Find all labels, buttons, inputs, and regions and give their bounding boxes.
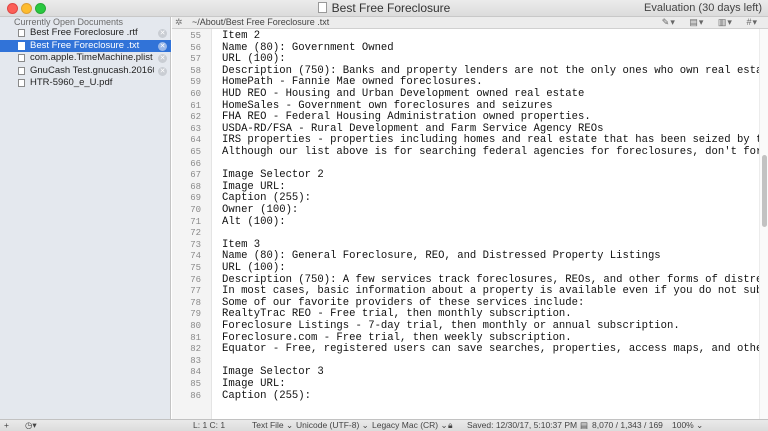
line-number: 80 — [190, 321, 201, 331]
document-item[interactable]: GnuCash Test.gnucash.2016031... ✕ — [0, 65, 171, 78]
document-name: HTR-5960_e_U.pdf — [30, 77, 113, 88]
code-line[interactable]: Item 2 — [222, 30, 260, 43]
vertical-scrollbar[interactable] — [759, 29, 768, 419]
line-number: 68 — [190, 181, 201, 192]
open-documents-sidebar: Currently Open Documents Best Free Forec… — [0, 17, 171, 419]
line-endings-label: Legacy Mac (CR) — [372, 420, 439, 430]
line-number: 78 — [190, 297, 201, 308]
code-line[interactable]: Foreclosure Listings - 7-day trial, then… — [222, 320, 680, 333]
close-document-icon[interactable]: ✕ — [158, 41, 167, 51]
code-line[interactable]: Equator - Free, registered users can sav… — [222, 344, 768, 356]
line-endings-menu[interactable]: Legacy Mac (CR) ⌄ — [372, 420, 448, 431]
stats-icon: ▤ — [580, 420, 589, 430]
close-document-icon[interactable]: ✕ — [158, 54, 167, 63]
editor-tools: ✎▾ ▤▾ ▥▾ #▾ — [652, 17, 758, 28]
document-name: com.apple.TimeMachine.plist — [30, 52, 153, 63]
line-number: 75 — [190, 263, 201, 273]
line-number: 73 — [190, 239, 201, 250]
line-number: 66 — [190, 158, 201, 169]
line-number: 55 — [190, 31, 201, 41]
code-line[interactable]: Caption (255): — [222, 390, 311, 403]
line-number: 72 — [190, 228, 201, 239]
text-menu-icon[interactable]: ▤▾ — [689, 17, 704, 27]
document-name: Best Free Foreclosure .txt — [30, 39, 140, 51]
file-type-menu[interactable]: Text File ⌄ — [252, 420, 293, 431]
document-item[interactable]: Best Free Foreclosure .rtf ✕ — [0, 27, 171, 40]
line-number: 85 — [190, 379, 201, 389]
code-line[interactable]: Name (80): General Foreclosure, REO, and… — [222, 251, 661, 263]
encoding-menu[interactable]: Unicode (UTF-8) ⌄ — [296, 420, 369, 431]
line-number: 74 — [190, 251, 201, 262]
encoding-label: Unicode (UTF-8) — [296, 420, 360, 430]
line-number: 60 — [190, 89, 201, 99]
lock-icon[interactable]: 🔒︎ — [448, 420, 453, 431]
line-number: 59 — [190, 77, 201, 88]
code-line[interactable]: HUD REO - Housing and Urban Development … — [222, 88, 584, 101]
line-number: 58 — [190, 65, 201, 76]
line-number: 69 — [190, 193, 201, 204]
code-line[interactable]: Alt (100): — [222, 216, 286, 229]
marker-menu-icon[interactable]: #▾ — [746, 17, 758, 27]
function-menu-icon[interactable]: ▥▾ — [718, 17, 733, 27]
file-icon — [18, 66, 25, 75]
pen-menu-icon[interactable]: ✎▾ — [662, 17, 676, 27]
file-path[interactable]: ~/About/Best Free Foreclosure .txt — [192, 17, 329, 28]
line-number: 71 — [190, 216, 201, 227]
close-document-icon[interactable]: ✕ — [158, 66, 167, 76]
line-number: 70 — [190, 205, 201, 215]
file-icon — [18, 54, 25, 62]
close-document-icon[interactable]: ✕ — [158, 29, 167, 38]
document-name: Best Free Foreclosure .rtf — [30, 27, 138, 38]
line-number: 67 — [190, 170, 201, 181]
saved-timestamp: Saved: 12/30/17, 5:10:37 PM — [467, 420, 578, 430]
line-number: 84 — [190, 367, 201, 378]
zoom-label: 100% — [672, 420, 694, 430]
line-number: 65 — [190, 147, 201, 157]
code-line[interactable]: Image URL: — [222, 378, 286, 391]
zoom-menu[interactable]: 100% ⌄ — [672, 420, 703, 431]
code-line[interactable]: Owner (100): — [222, 204, 298, 217]
line-number: 62 — [190, 112, 201, 123]
cursor-position: L: 1 C: 1 — [193, 420, 226, 430]
add-icon[interactable]: + — [4, 420, 9, 431]
line-number: 57 — [190, 54, 201, 65]
line-number: 82 — [190, 344, 201, 355]
status-bar: + ◷▾ L: 1 C: 1 Text File ⌄ Unicode (UTF-… — [0, 419, 768, 431]
document-name: GnuCash Test.gnucash.2016031... — [30, 64, 154, 76]
document-item[interactable]: HTR-5960_e_U.pdf — [0, 77, 171, 90]
document-list: Best Free Foreclosure .rtf ✕ Best Free F… — [0, 27, 171, 90]
document-icon — [317, 2, 327, 13]
code-line[interactable]: Although our list above is for searching… — [222, 146, 768, 159]
text-editor[interactable]: 55 Item 2 56 Name (80): Government Owned 57 U… — [172, 29, 768, 419]
line-number: 61 — [190, 100, 201, 111]
line-number: 86 — [190, 390, 201, 401]
document-counts: 8,070 / 1,343 / 169 — [592, 420, 663, 430]
code-line[interactable]: URL (100): — [222, 262, 286, 275]
file-type-label: Text File — [252, 420, 284, 430]
line-number: 63 — [190, 123, 201, 134]
document-item-selected[interactable]: Best Free Foreclosure .txt ✕ — [0, 39, 171, 52]
clock-menu-icon[interactable]: ◷▾ — [25, 420, 37, 431]
scrollbar-thumb[interactable] — [762, 155, 767, 227]
line-number: 83 — [190, 355, 201, 366]
line-number: 79 — [190, 309, 201, 320]
line-number: 77 — [190, 286, 201, 297]
evaluation-notice: Evaluation (30 days left) — [643, 2, 762, 14]
line-number: 81 — [190, 332, 201, 343]
pdf-file-icon — [18, 79, 25, 87]
line-number: 64 — [190, 135, 201, 146]
line-number: 56 — [190, 42, 201, 53]
gear-icon[interactable]: ✲ — [175, 17, 183, 28]
line-number: 76 — [190, 274, 201, 285]
file-icon — [18, 41, 25, 50]
document-item[interactable]: com.apple.TimeMachine.plist ✕ — [0, 52, 171, 65]
window-title-text: Best Free Foreclosure — [331, 1, 451, 15]
file-icon — [18, 29, 25, 37]
path-bar: ✲ ~/About/Best Free Foreclosure .txt ✎▾ … — [172, 17, 768, 29]
title-bar: Best Free Foreclosure Evaluation (30 day… — [0, 0, 768, 17]
